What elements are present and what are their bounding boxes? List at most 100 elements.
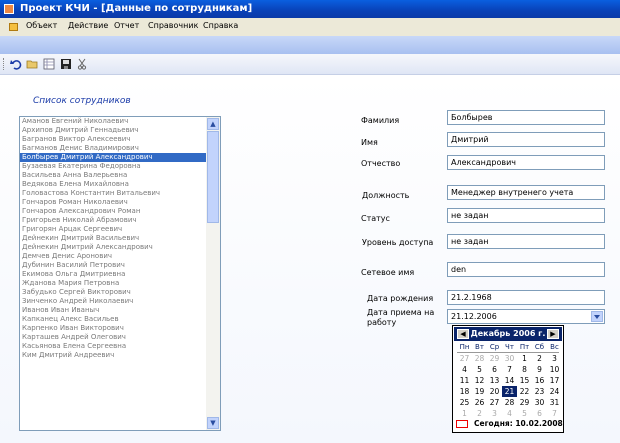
calendar-day[interactable]: 15 [517, 375, 532, 386]
list-item[interactable]: Ким Дмитрий Андреевич [20, 351, 206, 360]
calendar-day[interactable]: 17 [547, 375, 562, 386]
list-item[interactable]: Жданова Мария Петровна [20, 279, 206, 288]
menu-catalog[interactable]: Справочник [148, 21, 198, 30]
cut-icon[interactable] [76, 58, 88, 70]
title-bar[interactable]: Проект КЧИ - [Данные по сотрудникам] [0, 0, 620, 18]
calendar-day[interactable]: 6 [487, 364, 502, 375]
network-name-field[interactable]: den [447, 262, 605, 277]
menu-help[interactable]: Справка [203, 21, 238, 30]
calendar-day[interactable]: 28 [472, 353, 487, 364]
undo-icon[interactable] [10, 58, 22, 70]
list-item[interactable]: Касьянова Елена Сергеевна [20, 342, 206, 351]
calendar-day[interactable]: 27 [487, 397, 502, 408]
calendar-day[interactable]: 1 [457, 408, 472, 419]
calendar-day[interactable]: 7 [547, 408, 562, 419]
list-item[interactable]: Капканец Алекс Васильев [20, 315, 206, 324]
employee-listbox[interactable]: Аманов Евгений Николаевич Архипов Дмитрий… [19, 116, 221, 431]
menu-object[interactable]: Объект [26, 21, 57, 30]
calendar-day[interactable]: 6 [532, 408, 547, 419]
menu-report[interactable]: Отчет [114, 21, 139, 30]
list-item[interactable]: Гончаров Роман Николаевич [20, 198, 206, 207]
calendar-day[interactable]: 3 [547, 353, 562, 364]
list-item[interactable]: Головастова Константин Витальевич [20, 189, 206, 198]
list-item[interactable]: Аманов Евгений Николаевич [20, 117, 206, 126]
chevron-down-icon[interactable] [591, 311, 603, 322]
calendar-day[interactable]: 27 [457, 353, 472, 364]
calendar-day[interactable]: 30 [532, 397, 547, 408]
calendar-day[interactable]: 3 [487, 408, 502, 419]
surname-field[interactable]: Болбырев [447, 110, 605, 125]
calendar-day[interactable]: 4 [457, 364, 472, 375]
calendar-day[interactable]: 18 [457, 386, 472, 397]
calendar-day[interactable]: 20 [487, 386, 502, 397]
calendar-day[interactable]: 25 [457, 397, 472, 408]
position-field[interactable]: Менеджер внутренего учета [447, 185, 605, 200]
open-folder-icon[interactable] [26, 58, 38, 70]
list-item[interactable]: Дейнекин Дмитрий Васильевич [20, 234, 206, 243]
calendar-day[interactable]: 23 [532, 386, 547, 397]
calendar-day[interactable]: 9 [532, 364, 547, 375]
calendar-day[interactable]: 4 [502, 408, 517, 419]
list-item[interactable]: Екимова Ольга Дмитриевна [20, 270, 206, 279]
prev-month-button[interactable]: ◀ [457, 329, 469, 339]
hire-date-picker[interactable]: 21.12.2006 [447, 309, 605, 324]
calendar-day[interactable]: 21 [502, 386, 517, 397]
document-icon[interactable] [9, 23, 18, 31]
list-item[interactable]: Зинченко Андрей Николаевич [20, 297, 206, 306]
list-item[interactable]: Григорян Арцак Сергеевич [20, 225, 206, 234]
calendar-day[interactable]: 5 [517, 408, 532, 419]
calendar-day[interactable]: 8 [517, 364, 532, 375]
list-item[interactable]: Григорьев Николай Абрамович [20, 216, 206, 225]
calendar-day[interactable]: 10 [547, 364, 562, 375]
calendar-day[interactable]: 2 [472, 408, 487, 419]
scroll-up-button[interactable]: ▲ [207, 118, 219, 130]
list-item[interactable]: Бузаевая Екатерина Федоровна [20, 162, 206, 171]
list-item[interactable]: Болбырев Дмитрий Александрович [20, 153, 206, 162]
menu-action[interactable]: Действие [68, 21, 108, 30]
calendar-day[interactable]: 1 [517, 353, 532, 364]
calendar-day[interactable]: 12 [472, 375, 487, 386]
calendar-day[interactable]: 5 [472, 364, 487, 375]
calendar-day[interactable]: 29 [487, 353, 502, 364]
calendar-day[interactable]: 7 [502, 364, 517, 375]
list-item[interactable]: Багранов Виктор Алексеевич [20, 135, 206, 144]
calendar-day[interactable]: 16 [532, 375, 547, 386]
list-item[interactable]: Карпенко Иван Викторович [20, 324, 206, 333]
list-item[interactable]: Гончаров Александрович Роман [20, 207, 206, 216]
calendar-day[interactable]: 28 [502, 397, 517, 408]
list-item[interactable]: Ведякова Елена Михайловна [20, 180, 206, 189]
list-item[interactable]: Архипов Дмитрий Геннадьевич [20, 126, 206, 135]
calendar-day[interactable]: 31 [547, 397, 562, 408]
list-item[interactable]: Васильева Анна Валерьевна [20, 171, 206, 180]
scroll-thumb[interactable] [207, 131, 219, 223]
list-item[interactable]: Забудько Сергей Викторович [20, 288, 206, 297]
calendar-day[interactable]: 13 [487, 375, 502, 386]
next-month-button[interactable]: ▶ [547, 329, 559, 339]
birth-date-field[interactable]: 21.2.1968 [447, 290, 605, 305]
name-field[interactable]: Дмитрий [447, 132, 605, 147]
calendar-day[interactable]: 2 [532, 353, 547, 364]
calendar-day[interactable]: 22 [517, 386, 532, 397]
list-item[interactable]: Дейнекин Дмитрий Александрович [20, 243, 206, 252]
list-scrollbar[interactable]: ▲ ▼ [206, 117, 220, 430]
calendar-day[interactable]: 29 [517, 397, 532, 408]
scroll-down-button[interactable]: ▼ [207, 417, 219, 429]
access-level-field[interactable]: не задан [447, 234, 605, 249]
today-link[interactable]: Сегодня: 10.02.2008 [474, 419, 563, 428]
save-icon[interactable] [60, 58, 72, 70]
calendar-day[interactable]: 14 [502, 375, 517, 386]
calendar-day[interactable]: 26 [472, 397, 487, 408]
calendar-day[interactable]: 30 [502, 353, 517, 364]
patronymic-field[interactable]: Александрович [447, 155, 605, 170]
grid-icon[interactable] [43, 58, 55, 70]
status-field[interactable]: не задан [447, 208, 605, 223]
calendar-day[interactable]: 19 [472, 386, 487, 397]
list-item[interactable]: Карташев Андрей Олегович [20, 333, 206, 342]
calendar-day[interactable]: 24 [547, 386, 562, 397]
list-item[interactable]: Демчев Денис Аронович [20, 252, 206, 261]
list-item[interactable]: Багманов Денис Владимирович [20, 144, 206, 153]
list-item[interactable]: Иванов Иван Иваныч [20, 306, 206, 315]
toolbar-grip[interactable] [3, 58, 6, 70]
calendar-day[interactable]: 11 [457, 375, 472, 386]
list-item[interactable]: Дубинин Василий Петрович [20, 261, 206, 270]
